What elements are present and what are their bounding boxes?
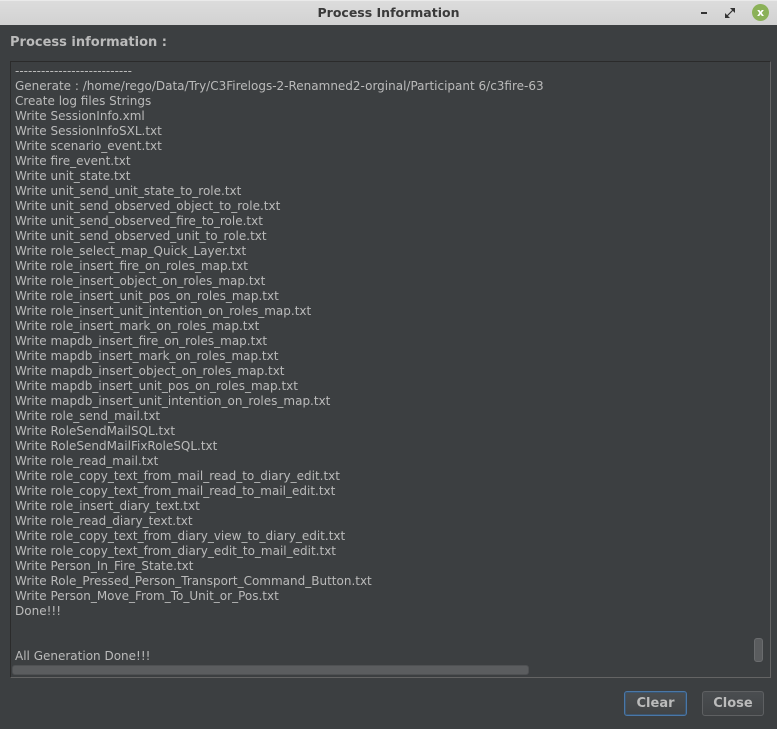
log-line: Write unit_state.txt [15,169,131,183]
log-line: Write mapdb_insert_mark_on_roles_map.txt [15,349,279,363]
log-line: Write role_copy_text_from_diary_edit_to_… [15,544,336,558]
log-line: Write mapdb_insert_object_on_roles_map.t… [15,364,285,378]
log-line: Write role_insert_diary_text.txt [15,499,200,513]
log-line: Write scenario_event.txt [15,139,162,153]
log-line: Write mapdb_insert_unit_intention_on_rol… [15,394,331,408]
process-log-textarea[interactable]: --------------------------- Generate : /h… [10,61,771,678]
log-line: Write role_insert_fire_on_roles_map.txt [15,259,248,273]
log-line: Write unit_send_unit_state_to_role.txt [15,184,242,198]
log-line: Write RoleSendMailFixRoleSQL.txt [15,439,218,453]
close-button[interactable]: Close [702,691,764,716]
log-line: Write Role_Pressed_Person_Transport_Comm… [15,574,372,588]
log-line: Write role_insert_unit_intention_on_role… [15,304,312,318]
log-line: Write role_send_mail.txt [15,409,161,423]
log-line: Write mapdb_insert_unit_pos_on_roles_map… [15,379,298,393]
section-heading: Process information : [10,35,168,50]
log-line: Write mapdb_insert_fire_on_roles_map.txt [15,334,268,348]
horizontal-scrollbar-thumb[interactable] [12,665,529,675]
log-line: All Generation Done!!! [15,649,151,663]
log-line: Write fire_event.txt [15,154,131,168]
log-line: Write role_copy_text_from_diary_view_to_… [15,529,346,543]
log-line: Write SessionInfo.xml [15,109,145,123]
log-line: Write RoleSendMailSQL.txt [15,424,176,438]
log-line: Write role_copy_text_from_mail_read_to_m… [15,484,336,498]
log-line: Write role_select_map_Quick_Layer.txt [15,244,247,258]
clear-button[interactable]: Clear [624,691,687,716]
log-line: Write unit_send_observed_unit_to_role.tx… [15,229,267,243]
log-line: Done!!! [15,604,62,618]
log-line: Write Person_Move_From_To_Unit_or_Pos.tx… [15,589,279,603]
log-line: Write role_read_mail.txt [15,454,159,468]
maximize-icon[interactable] [722,5,738,21]
log-line: Write role_read_diary_text.txt [15,514,193,528]
log-line: --------------------------- [15,64,132,78]
log-line: Write SessionInfoSXL.txt [15,124,162,138]
vertical-scrollbar-thumb[interactable] [754,638,763,662]
minimize-icon[interactable] [697,5,713,21]
log-line: Write unit_send_observed_object_to_role.… [15,199,281,213]
log-line: Write unit_send_observed_fire_to_role.tx… [15,214,263,228]
log-line: Write role_insert_mark_on_roles_map.txt [15,319,260,333]
log-lines: --------------------------- Generate : /h… [15,64,544,664]
log-line: Write role_insert_unit_pos_on_roles_map.… [15,289,279,303]
log-line: Write role_copy_text_from_mail_read_to_d… [15,469,340,483]
log-line: Create log files Strings [15,94,152,108]
window-title: Process Information [317,5,460,20]
log-line: Generate : /home/rego/Data/Try/C3Firelog… [15,79,544,93]
log-line: Write Person_In_Fire_State.txt [15,559,194,573]
log-line: Write role_insert_object_on_roles_map.tx… [15,274,266,288]
title-bar[interactable]: Process Information x [0,0,777,25]
close-icon[interactable]: x [752,4,769,21]
